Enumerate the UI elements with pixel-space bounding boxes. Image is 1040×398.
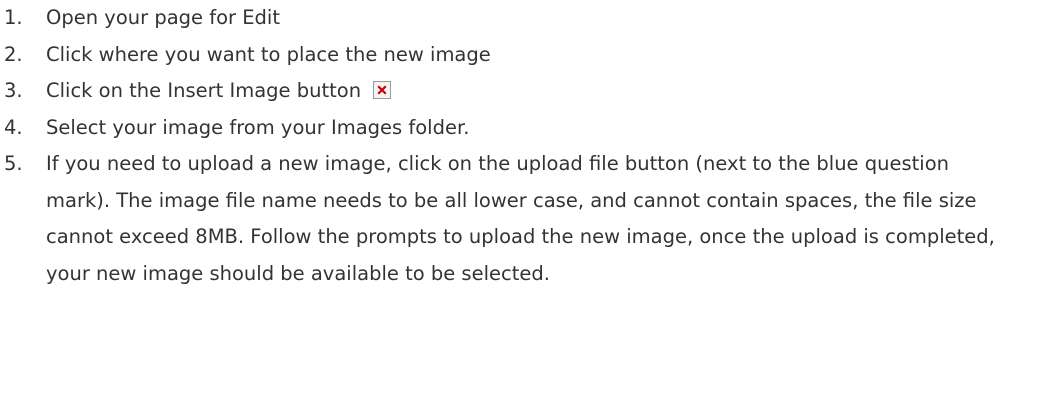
list-item: 5. If you need to upload a new image, cl…: [0, 146, 1040, 292]
list-item: 4. Select your image from your Images fo…: [0, 110, 1040, 147]
list-item: 2. Click where you want to place the new…: [0, 37, 1040, 74]
list-item: 1. Open your page for Edit: [0, 0, 1040, 37]
step-number: 1.: [4, 6, 23, 29]
instruction-list: 1. Open your page for Edit 2. Click wher…: [0, 0, 1040, 292]
step-text: Click on the Insert Image button: [46, 79, 362, 102]
list-item: 3. Click on the Insert Image button: [0, 73, 1040, 110]
step-number: 2.: [4, 42, 23, 66]
broken-image-icon: [373, 81, 392, 99]
step-text: Open your page for Edit: [46, 6, 280, 29]
step-text: Click where you want to place the new im…: [46, 42, 491, 66]
step-text: If you need to upload a new image, click…: [46, 152, 995, 285]
step-number: 4.: [4, 115, 23, 139]
step-text: Select your image from your Images folde…: [46, 115, 470, 139]
step-number: 5.: [4, 152, 23, 175]
red-x-icon: [377, 85, 387, 95]
step-number: 3.: [4, 79, 23, 102]
